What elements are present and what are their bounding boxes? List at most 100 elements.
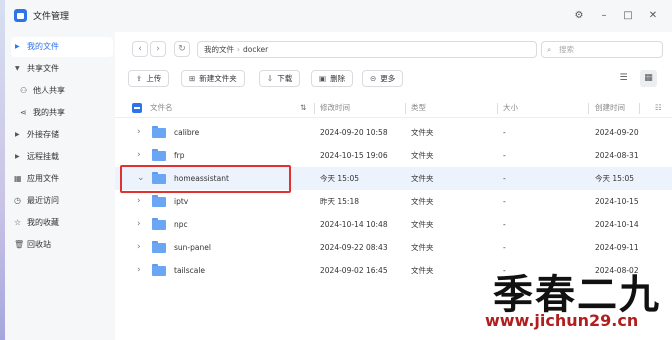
sidebar-item-label: 外接存储 bbox=[27, 130, 59, 139]
new-folder-button[interactable]: ⊞ 新建文件夹 bbox=[181, 70, 245, 87]
upload-label: 上传 bbox=[146, 74, 162, 83]
expand-icon[interactable]: › bbox=[137, 121, 141, 144]
new-folder-icon: ⊞ bbox=[189, 74, 196, 83]
column-divider bbox=[588, 103, 589, 114]
download-button[interactable]: ⇩ 下载 bbox=[259, 70, 301, 87]
grid-icon: ▦ bbox=[14, 174, 22, 183]
table-header: 文件名 ⇅ 修改时间 类型 大小 创建时间 ☷ bbox=[115, 98, 672, 118]
table-row[interactable]: › calibre 2024-09-20 10:58 文件夹 - 2024-09… bbox=[115, 121, 672, 144]
new-folder-label: 新建文件夹 bbox=[199, 74, 237, 83]
file-size: - bbox=[503, 174, 506, 183]
folder-icon bbox=[152, 241, 166, 253]
download-icon: ⇩ bbox=[267, 74, 274, 83]
column-type[interactable]: 类型 bbox=[411, 98, 426, 118]
table-row[interactable]: › frp 2024-10-15 19:06 文件夹 - 2024-08-31 bbox=[115, 144, 672, 167]
breadcrumb-current: docker bbox=[243, 45, 269, 54]
trash-icon: 🗑 bbox=[14, 240, 25, 249]
more-label: 更多 bbox=[380, 74, 396, 83]
app-title: 文件管理 bbox=[33, 12, 70, 22]
sidebar-item-my-files[interactable]: ▶ 我的文件 bbox=[11, 37, 113, 57]
sidebar-item-label: 共享文件 bbox=[27, 64, 59, 73]
highlight-box bbox=[120, 165, 291, 193]
breadcrumb-root[interactable]: 我的文件 bbox=[204, 45, 234, 54]
created-time: 2024-09-11 bbox=[595, 243, 639, 252]
caret-right-icon: ▶ bbox=[15, 43, 20, 50]
column-created[interactable]: 创建时间 bbox=[595, 98, 625, 118]
column-divider bbox=[639, 103, 640, 114]
file-name: calibre bbox=[174, 128, 200, 137]
sidebar-item-shared-files[interactable]: ▼ 共享文件 bbox=[11, 59, 113, 79]
sidebar-item-my-shares[interactable]: ⋖ 我的共享 bbox=[11, 103, 113, 123]
search-placeholder: 搜索 bbox=[559, 45, 574, 54]
caret-down-icon: ▼ bbox=[15, 65, 20, 72]
file-size: - bbox=[503, 151, 506, 160]
sidebar-item-external-storage[interactable]: ▶ 外接存储 bbox=[11, 125, 113, 145]
expand-icon[interactable]: › bbox=[137, 144, 141, 167]
sidebar-item-favorites[interactable]: ☆ 我的收藏 bbox=[11, 213, 113, 233]
close-icon[interactable]: ✕ bbox=[646, 9, 660, 23]
file-size: - bbox=[503, 128, 506, 137]
forward-button[interactable]: › bbox=[150, 41, 166, 57]
file-type: 文件夹 bbox=[411, 151, 434, 160]
table-row[interactable]: › npc 2024-10-14 10:48 文件夹 - 2024-10-14 bbox=[115, 213, 672, 236]
caret-right-icon: ▶ bbox=[15, 153, 20, 160]
created-time: 2024-09-20 bbox=[595, 128, 639, 137]
sidebar-item-shared-with-me[interactable]: ⚇ 他人共享 bbox=[11, 81, 113, 101]
caret-right-icon: ▶ bbox=[15, 131, 20, 138]
sidebar-item-remote-mount[interactable]: ▶ 远程挂载 bbox=[11, 147, 113, 167]
more-button[interactable]: ⊝ 更多 bbox=[362, 70, 404, 87]
sidebar-item-label: 他人共享 bbox=[33, 86, 65, 95]
expand-icon[interactable]: › bbox=[137, 236, 141, 259]
column-settings-icon[interactable]: ☷ bbox=[655, 98, 662, 118]
column-name[interactable]: 文件名 bbox=[150, 98, 173, 118]
gear-icon[interactable]: ⚙ bbox=[572, 9, 586, 23]
sidebar: ▶ 我的文件 ▼ 共享文件 ⚇ 他人共享 ⋖ 我的共享 ▶ 外接存储 ▶ 远程挂… bbox=[5, 32, 115, 340]
file-name: tailscale bbox=[174, 266, 206, 275]
clock-icon: ◷ bbox=[14, 196, 21, 205]
modified-time: 2024-09-22 08:43 bbox=[320, 243, 388, 252]
star-icon: ☆ bbox=[14, 218, 22, 227]
expand-icon[interactable]: › bbox=[137, 259, 141, 282]
search-input[interactable]: ⌕ 搜索 bbox=[541, 41, 663, 58]
sidebar-item-recent[interactable]: ◷ 最近访问 bbox=[11, 191, 113, 211]
delete-button[interactable]: ▣ 删除 bbox=[311, 70, 354, 87]
table-row[interactable]: › sun-panel 2024-09-22 08:43 文件夹 - 2024-… bbox=[115, 236, 672, 259]
grid-view-icon[interactable]: ▦ bbox=[640, 70, 657, 87]
upload-icon: ⇪ bbox=[136, 74, 143, 83]
back-button[interactable]: ‹ bbox=[132, 41, 148, 57]
modified-time: 今天 15:05 bbox=[320, 174, 359, 183]
sidebar-item-app-files[interactable]: ▦ 应用文件 bbox=[11, 169, 113, 189]
upload-button[interactable]: ⇪ 上传 bbox=[128, 70, 170, 87]
sidebar-item-recycle-bin[interactable]: 🗑 回收站 bbox=[11, 235, 113, 255]
sidebar-item-label: 我的共享 bbox=[33, 108, 65, 117]
share-icon: ⋖ bbox=[20, 108, 27, 117]
modified-time: 2024-09-02 16:45 bbox=[320, 266, 388, 275]
column-modified[interactable]: 修改时间 bbox=[320, 98, 350, 118]
maximize-icon[interactable]: □ bbox=[621, 9, 635, 23]
minimize-icon[interactable]: – bbox=[597, 9, 611, 23]
watermark-url: www.jichun29.cn bbox=[485, 311, 639, 330]
list-view-icon[interactable]: ☰ bbox=[615, 70, 632, 87]
sidebar-item-label: 回收站 bbox=[27, 240, 51, 249]
column-size[interactable]: 大小 bbox=[503, 98, 518, 118]
column-divider bbox=[314, 103, 315, 114]
file-size: - bbox=[503, 243, 506, 252]
created-time: 2024-10-15 bbox=[595, 197, 639, 206]
search-icon: ⌕ bbox=[547, 45, 552, 54]
modified-time: 昨天 15:18 bbox=[320, 197, 359, 206]
expand-icon[interactable]: › bbox=[137, 213, 141, 236]
breadcrumb[interactable]: 我的文件 › docker bbox=[197, 41, 537, 58]
expand-icon[interactable]: › bbox=[137, 190, 141, 213]
created-time: 2024-10-14 bbox=[595, 220, 639, 229]
column-divider bbox=[497, 103, 498, 114]
table-row[interactable]: › iptv 昨天 15:18 文件夹 - 2024-10-15 bbox=[115, 190, 672, 213]
file-name: sun-panel bbox=[174, 243, 211, 252]
refresh-button[interactable]: ↻ bbox=[174, 41, 190, 57]
file-size: - bbox=[503, 220, 506, 229]
select-all-checkbox[interactable] bbox=[132, 103, 142, 113]
users-icon: ⚇ bbox=[20, 86, 28, 95]
more-icon: ⊝ bbox=[370, 74, 377, 83]
folder-icon bbox=[152, 218, 166, 230]
file-type: 文件夹 bbox=[411, 220, 434, 229]
sort-icon[interactable]: ⇅ bbox=[300, 98, 306, 118]
